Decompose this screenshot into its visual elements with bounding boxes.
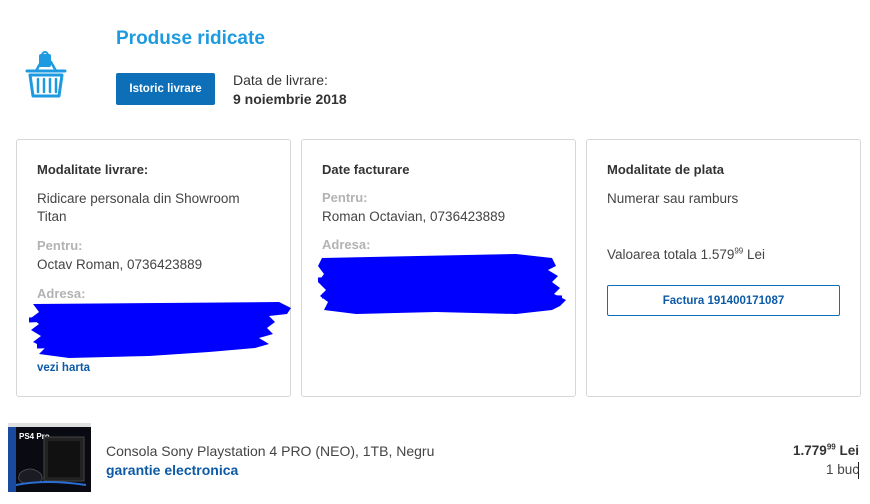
order-total-currency: Lei (743, 247, 766, 262)
payment-method-value: Numerar sau ramburs (607, 191, 739, 206)
product-name[interactable]: Consola Sony Playstation 4 PRO (NEO), 1T… (106, 443, 434, 459)
order-total: Valoarea totala 1.57999 Lei (607, 246, 765, 264)
delivery-for-value: Octav Roman, 0736423889 (37, 257, 203, 272)
delivery-method-line1: Ridicare personala din Showroom (37, 191, 240, 206)
billing-card-title: Date facturare (322, 162, 410, 177)
view-map-link[interactable]: vezi harta (37, 362, 90, 374)
product-price-currency: Lei (835, 443, 859, 458)
product-price-decimals: 99 (826, 442, 836, 452)
order-total-label: Valoarea totala 1.579 (607, 247, 735, 262)
delivery-date-label: Data de livrare: (233, 72, 328, 88)
payment-card-title: Modalitate de plata (607, 162, 725, 177)
delivery-date-value: 9 noiembrie 2018 (233, 91, 347, 107)
delivery-method-card: Modalitate livrare: Ridicare personala d… (16, 139, 291, 397)
delivery-history-button[interactable]: Istoric livrare (116, 73, 215, 105)
billing-for-value: Roman Octavian, 0736423889 (322, 209, 506, 224)
product-quantity: 1 buc (825, 462, 859, 477)
redacted-address (29, 302, 291, 358)
product-image[interactable]: PS4 Pro (6, 421, 93, 494)
redacted-billing-address (317, 254, 566, 314)
delivery-method-line2: Titan (37, 209, 67, 224)
billing-address-label: Adresa: (322, 237, 371, 252)
product-price-main: 1.779 (793, 443, 827, 458)
product-price: 1.77999 Lei (793, 443, 859, 458)
basket-icon (25, 51, 67, 98)
text-cursor (858, 462, 859, 479)
electronic-warranty-link[interactable]: garantie electronica (106, 462, 238, 478)
delivery-for-label: Pentru: (37, 238, 83, 253)
billing-details-card: Date facturare Pentru: Roman Octavian, 0… (301, 139, 576, 397)
invoice-button[interactable]: Factura 191400171087 (607, 285, 840, 316)
delivery-card-title: Modalitate livrare: (37, 162, 149, 177)
order-total-decimals: 99 (734, 246, 744, 256)
billing-for-label: Pentru: (322, 190, 368, 205)
order-status-title: Produse ridicate (116, 28, 265, 49)
payment-method-card: Modalitate de plata Numerar sau ramburs … (586, 139, 861, 397)
